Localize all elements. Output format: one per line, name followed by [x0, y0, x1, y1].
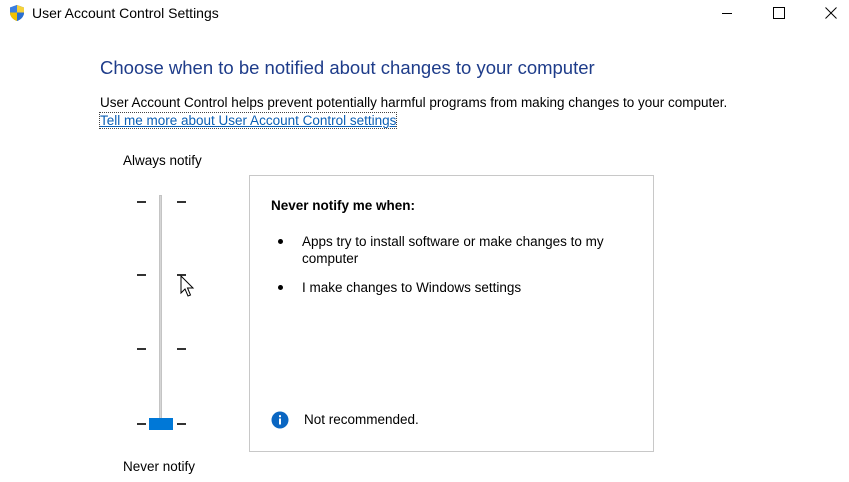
slider-thumb[interactable]	[149, 418, 173, 430]
warning-text: Not recommended.	[304, 412, 419, 427]
uac-shield-icon	[10, 5, 24, 21]
panel-title: Never notify me when:	[271, 198, 416, 213]
bullet-1-text: Apps try to install software or make cha…	[302, 234, 604, 266]
bullet-2-dot	[278, 285, 283, 290]
tick-right-level-2	[177, 348, 186, 350]
description-text: User Account Control helps prevent poten…	[100, 95, 728, 110]
close-button[interactable]	[808, 0, 849, 26]
slider-top-label: Always notify	[123, 153, 202, 168]
info-icon	[271, 411, 289, 429]
page-heading: Choose when to be notified about changes…	[100, 57, 595, 78]
tick-left-level-3	[137, 274, 146, 276]
learn-more-link[interactable]: Tell me more about User Account Control …	[98, 112, 398, 129]
close-icon	[825, 7, 837, 19]
bullet-1-dot	[278, 239, 283, 244]
maximize-button[interactable]	[756, 0, 802, 26]
tick-left-level-1	[137, 423, 146, 425]
minimize-icon	[722, 13, 732, 14]
maximize-icon	[773, 7, 785, 19]
minimize-button[interactable]	[704, 0, 750, 26]
window-title: User Account Control Settings	[32, 5, 219, 21]
slider-bottom-label: Never notify	[123, 459, 196, 474]
level-description-panel	[249, 175, 654, 452]
tick-right-level-4	[177, 201, 186, 203]
tick-right-level-1	[177, 423, 186, 425]
mouse-cursor-icon	[180, 275, 195, 297]
tick-left-level-4	[137, 201, 146, 203]
slider-track[interactable]	[159, 195, 162, 427]
bullet-2-text: I make changes to Windows settings	[302, 280, 522, 295]
tick-left-level-2	[137, 348, 146, 350]
title-bar: User Account Control Settings	[0, 0, 849, 26]
